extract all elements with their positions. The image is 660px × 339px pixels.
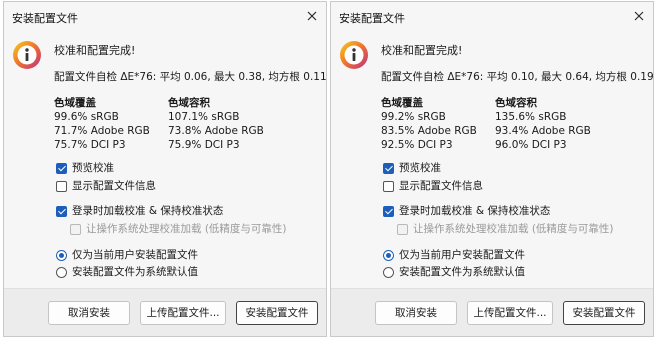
checkbox-unchecked[interactable] (383, 180, 394, 192)
gamut-stats: 色域覆盖 99.2% sRGB 83.5% Adobe RGB 92.5% DC… (381, 96, 651, 152)
coverage-adobe-rgb: 71.7% Adobe RGB (54, 125, 150, 137)
window-title: 安装配置文件 (339, 12, 405, 25)
checkbox-unchecked[interactable] (56, 180, 67, 192)
preview-calibration-checkbox[interactable]: 预览校准 (56, 161, 114, 175)
volume-adobe-rgb: 93.4% Adobe RGB (495, 125, 591, 137)
show-profile-info-checkbox[interactable]: 显示配置文件信息 (56, 179, 156, 193)
window-title: 安装配置文件 (12, 12, 78, 25)
upload-profile-button[interactable]: 上传配置文件... (467, 301, 553, 325)
install-profile-button[interactable]: 安装配置文件 (563, 301, 645, 325)
coverage-srgb: 99.6% sRGB (54, 111, 119, 123)
close-icon (634, 11, 644, 21)
gamut-stats: 色域覆盖 99.6% sRGB 71.7% Adobe RGB 75.7% DC… (54, 96, 324, 152)
gamut-volume-column: 色域容积 135.6% sRGB 93.4% Adobe RGB 96.0% D… (495, 96, 625, 152)
os-handles-calibration-label: 让操作系统处理校准加载 (低精度与可靠性) (86, 223, 287, 235)
install-profile-button[interactable]: 安装配置文件 (236, 301, 318, 325)
cancel-install-button[interactable]: 取消安装 (375, 301, 457, 325)
close-button[interactable] (301, 5, 323, 27)
gamut-coverage-header: 色域覆盖 (54, 97, 96, 109)
close-icon (307, 11, 317, 21)
install-system-default-label: 安装配置文件为系统默认值 (72, 266, 198, 278)
checkbox-checked[interactable] (383, 162, 394, 174)
show-profile-info-checkbox[interactable]: 显示配置文件信息 (383, 179, 483, 193)
close-button[interactable] (628, 5, 650, 27)
gamut-volume-header: 色域容积 (168, 97, 210, 109)
load-at-login-label: 登录时加载校准 & 保持校准状态 (72, 205, 224, 217)
checkbox-checked[interactable] (383, 205, 394, 217)
coverage-dci-p3: 75.7% DCI P3 (54, 139, 126, 151)
volume-srgb: 135.6% sRGB (495, 111, 567, 123)
button-bar: 取消安装 上传配置文件... 安装配置文件 (4, 288, 326, 336)
upload-profile-button[interactable]: 上传配置文件... (140, 301, 226, 325)
radio-unselected[interactable] (383, 266, 394, 278)
load-at-login-checkbox[interactable]: 登录时加载校准 & 保持校准状态 (56, 204, 223, 218)
gamut-volume-column: 色域容积 107.1% sRGB 73.8% Adobe RGB 75.9% D… (168, 96, 298, 152)
gamut-volume-header: 色域容积 (495, 97, 537, 109)
install-system-default-label: 安装配置文件为系统默认值 (399, 266, 525, 278)
cancel-install-button[interactable]: 取消安装 (48, 301, 130, 325)
checkbox-checked[interactable] (56, 205, 67, 217)
checkbox-checked[interactable] (56, 162, 67, 174)
volume-dci-p3: 75.9% DCI P3 (168, 139, 240, 151)
volume-srgb: 107.1% sRGB (168, 111, 240, 123)
install-current-user-label: 仅为当前用户安装配置文件 (72, 249, 198, 261)
title-bar: 安装配置文件 (4, 2, 326, 30)
checkbox-disabled (70, 223, 81, 235)
checkbox-disabled (397, 223, 408, 235)
completion-heading: 校准和配置完成! (381, 44, 463, 57)
os-handles-calibration-checkbox: 让操作系统处理校准加载 (低精度与可靠性) (397, 222, 614, 236)
coverage-dci-p3: 92.5% DCI P3 (381, 139, 453, 151)
completion-heading: 校准和配置完成! (54, 44, 136, 57)
install-current-user-label: 仅为当前用户安装配置文件 (399, 249, 525, 261)
install-current-user-radio[interactable]: 仅为当前用户安装配置文件 (383, 248, 525, 262)
install-system-default-radio[interactable]: 安装配置文件为系统默认值 (383, 265, 525, 279)
show-profile-info-label: 显示配置文件信息 (399, 180, 483, 192)
title-bar: 安装配置文件 (331, 2, 653, 30)
gamut-coverage-header: 色域覆盖 (381, 97, 423, 109)
volume-adobe-rgb: 73.8% Adobe RGB (168, 125, 264, 137)
os-handles-calibration-label: 让操作系统处理校准加载 (低精度与可靠性) (413, 223, 614, 235)
os-handles-calibration-checkbox: 让操作系统处理校准加载 (低精度与可靠性) (70, 222, 287, 236)
preview-calibration-checkbox[interactable]: 预览校准 (383, 161, 441, 175)
gamut-coverage-column: 色域覆盖 99.2% sRGB 83.5% Adobe RGB 92.5% DC… (381, 96, 511, 152)
info-icon (13, 41, 41, 69)
info-icon (340, 41, 368, 69)
gamut-coverage-column: 色域覆盖 99.6% sRGB 71.7% Adobe RGB 75.7% DC… (54, 96, 184, 152)
coverage-adobe-rgb: 83.5% Adobe RGB (381, 125, 477, 137)
profile-self-check: 配置文件自检 ΔE*76: 平均 0.10, 最大 0.64, 均方根 0.19 (381, 71, 654, 83)
profile-self-check: 配置文件自检 ΔE*76: 平均 0.06, 最大 0.38, 均方根 0.11 (54, 71, 327, 83)
radio-selected[interactable] (383, 249, 394, 261)
install-profile-dialog-right: 安装配置文件 校准和配置完成! 配置文件自检 ΔE*76: 平均 0.10, 最… (330, 1, 654, 337)
radio-selected[interactable] (56, 249, 67, 261)
install-current-user-radio[interactable]: 仅为当前用户安装配置文件 (56, 248, 198, 262)
install-profile-dialog-left: 安装配置文件 校准和配置完成! 配置文件自检 ΔE*76: 平均 0.06, 最… (3, 1, 327, 337)
radio-unselected[interactable] (56, 266, 67, 278)
preview-calibration-label: 预览校准 (72, 162, 114, 174)
coverage-srgb: 99.2% sRGB (381, 111, 446, 123)
install-system-default-radio[interactable]: 安装配置文件为系统默认值 (56, 265, 198, 279)
preview-calibration-label: 预览校准 (399, 162, 441, 174)
load-at-login-label: 登录时加载校准 & 保持校准状态 (399, 205, 551, 217)
volume-dci-p3: 96.0% DCI P3 (495, 139, 567, 151)
show-profile-info-label: 显示配置文件信息 (72, 180, 156, 192)
button-bar: 取消安装 上传配置文件... 安装配置文件 (331, 288, 653, 336)
load-at-login-checkbox[interactable]: 登录时加载校准 & 保持校准状态 (383, 204, 550, 218)
